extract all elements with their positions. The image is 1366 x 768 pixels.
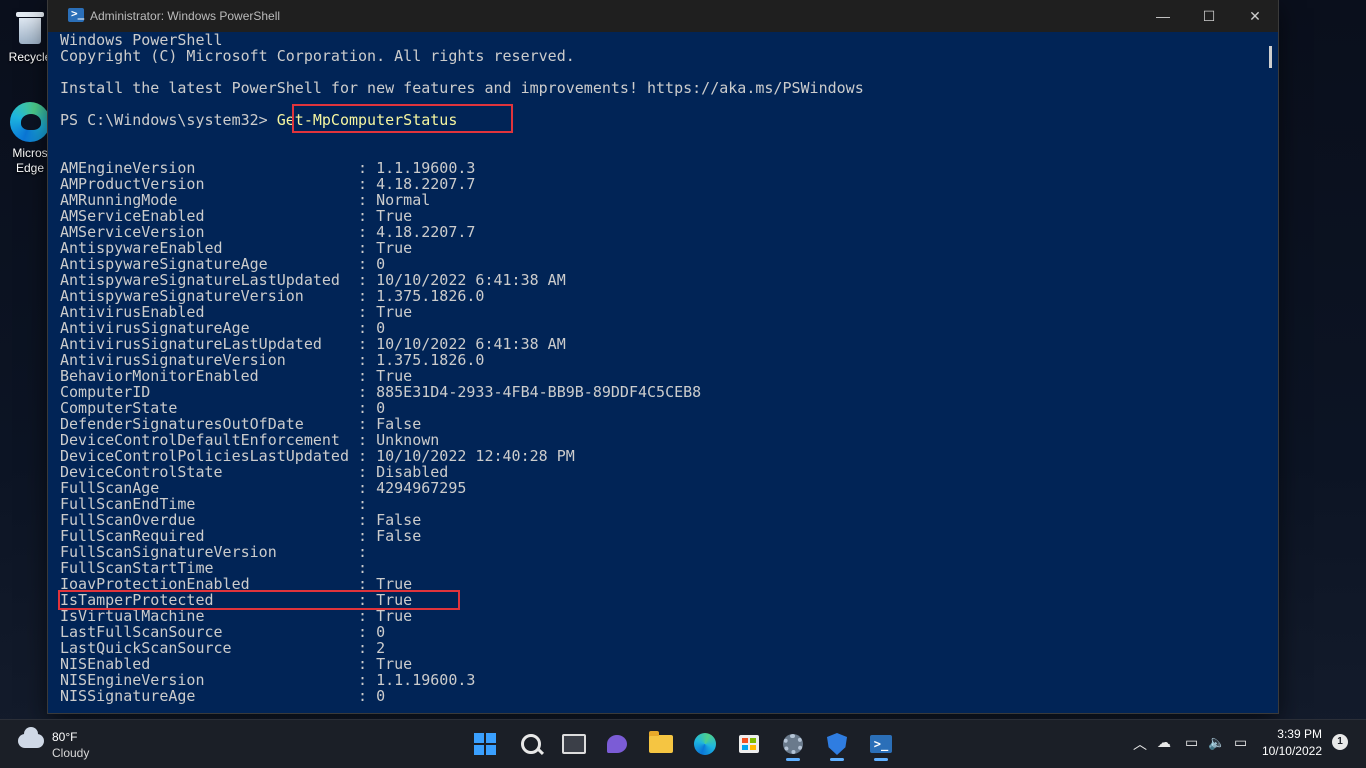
weather-description: Cloudy: [52, 746, 90, 760]
console-header-line: Windows PowerShell: [60, 32, 223, 49]
output-row: DeviceControlPoliciesLastUpdated : 10/10…: [60, 448, 575, 464]
recycle-bin-icon: [14, 6, 46, 46]
search-icon: [521, 734, 541, 754]
chat-icon: [607, 735, 627, 753]
command-highlight-box: [292, 104, 513, 133]
output-row: AntispywareEnabled : True: [60, 240, 412, 256]
store-icon: [739, 735, 759, 753]
output-key: NISSignatureAge: [60, 687, 196, 705]
output-row: NISEngineVersion : 1.1.19600.3: [60, 672, 475, 688]
output-row: AntivirusSignatureAge : 0: [60, 320, 385, 336]
weather-temperature: 80°F: [52, 730, 78, 744]
output-row: ComputerID : 885E31D4-2933-4FB4-BB9B-89D…: [60, 384, 701, 400]
defender-shield-icon: [827, 733, 847, 755]
output-row: DeviceControlState : Disabled: [60, 464, 448, 480]
title-bar[interactable]: >_ Administrator: Windows PowerShell — ☐…: [48, 0, 1278, 32]
clock[interactable]: 3:39 PM 10/10/2022: [1262, 726, 1322, 760]
output-row: FullScanEndTime :: [60, 496, 376, 512]
notification-badge[interactable]: 1: [1332, 734, 1348, 750]
search-button[interactable]: [512, 726, 550, 762]
output-value: 4294967295: [376, 479, 467, 497]
clock-time: 3:39 PM: [1277, 727, 1322, 741]
output-row: IsVirtualMachine : True: [60, 608, 412, 624]
console-output[interactable]: Windows PowerShell Copyright (C) Microso…: [48, 32, 1264, 713]
output-row: FullScanRequired : False: [60, 528, 421, 544]
output-row: LastFullScanSource : 0: [60, 624, 385, 640]
window-title: Administrator: Windows PowerShell: [90, 9, 281, 23]
console-scrollbar[interactable]: [1264, 32, 1278, 713]
settings-icon: [783, 734, 803, 754]
defender-button[interactable]: [818, 726, 856, 762]
powershell-icon: >_: [870, 735, 892, 753]
close-button[interactable]: ✕: [1232, 0, 1278, 32]
output-row: DefenderSignaturesOutOfDate : False: [60, 416, 421, 432]
volume-icon[interactable]: 🔈: [1208, 734, 1225, 751]
cloud-icon: [18, 727, 44, 748]
task-view-icon: [562, 734, 586, 754]
taskbar: 80°F Cloudy >_ ︿ ☁ ▭ 🔈 ▭ 3:39 PM 10/10/2…: [0, 719, 1366, 768]
start-button[interactable]: [466, 726, 504, 762]
output-row: AntivirusSignatureLastUpdated : 10/10/20…: [60, 336, 566, 352]
display-icon[interactable]: ▭: [1185, 734, 1198, 751]
show-hidden-icons-chevron-icon[interactable]: ︿: [1133, 734, 1147, 754]
powershell-taskbar-button[interactable]: >_: [862, 726, 900, 762]
windows-start-icon: [474, 733, 496, 755]
output-row: AntispywareSignatureVersion : 1.375.1826…: [60, 288, 484, 304]
scrollbar-thumb[interactable]: [1269, 46, 1272, 68]
output-row: BehaviorMonitorEnabled : True: [60, 368, 412, 384]
powershell-logo-icon: >_: [68, 7, 84, 22]
console-header-line: Install the latest PowerShell for new fe…: [60, 79, 864, 97]
output-row: FullScanAge : 4294967295: [60, 480, 466, 496]
battery-icon[interactable]: ▭: [1234, 734, 1247, 751]
maximize-button[interactable]: ☐: [1186, 0, 1232, 32]
store-button[interactable]: [730, 726, 768, 762]
output-row: DeviceControlDefaultEnforcement : Unknow…: [60, 432, 439, 448]
edge-icon: [10, 102, 50, 142]
output-row: AntispywareSignatureLastUpdated : 10/10/…: [60, 272, 566, 288]
output-separator: :: [195, 687, 377, 705]
minimize-button[interactable]: —: [1140, 0, 1186, 32]
edge-icon: [694, 733, 716, 755]
console-header-line: Copyright (C) Microsoft Corporation. All…: [60, 47, 575, 65]
output-row: AntivirusSignatureVersion : 1.375.1826.0: [60, 352, 484, 368]
output-row: FullScanSignatureVersion :: [60, 544, 376, 560]
output-row: FullScanOverdue : False: [60, 512, 421, 528]
network-icon[interactable]: ☁: [1157, 734, 1171, 751]
clock-date: 10/10/2022: [1261, 744, 1322, 758]
output-value: 885E31D4-2933-4FB4-BB9B-89DDF4C5CEB8: [376, 383, 702, 401]
file-explorer-button[interactable]: [642, 726, 680, 762]
tamper-protected-highlight-box: [58, 590, 460, 610]
settings-button[interactable]: [774, 726, 812, 762]
output-row: AMEngineVersion : 1.1.19600.3: [60, 160, 475, 176]
output-row: AMServiceEnabled : True: [60, 208, 412, 224]
output-value: 1.1.19600.3: [376, 671, 476, 689]
task-view-button[interactable]: [555, 726, 593, 762]
output-value: 0: [376, 687, 386, 705]
output-row: AMRunningMode : Normal: [60, 192, 430, 208]
chat-button[interactable]: [598, 726, 636, 762]
output-row: AMProductVersion : 4.18.2207.7: [60, 176, 475, 192]
output-row: AntivirusEnabled : True: [60, 304, 412, 320]
output-value: False: [376, 527, 422, 545]
output-row: AMServiceVersion : 4.18.2207.7: [60, 224, 475, 240]
output-row: LastQuickScanSource : 2: [60, 640, 385, 656]
output-row: AntispywareSignatureAge : 0: [60, 256, 385, 272]
prompt-text: PS C:\Windows\system32>: [60, 111, 277, 129]
output-row: FullScanStartTime :: [60, 560, 376, 576]
output-row: ComputerState : 0: [60, 400, 385, 416]
edge-taskbar-button[interactable]: [686, 726, 724, 762]
file-explorer-icon: [649, 731, 673, 753]
output-row: NISSignatureAge : 0: [60, 688, 385, 704]
output-row: NISEnabled : True: [60, 656, 412, 672]
powershell-window: >_ Administrator: Windows PowerShell — ☐…: [48, 0, 1278, 713]
